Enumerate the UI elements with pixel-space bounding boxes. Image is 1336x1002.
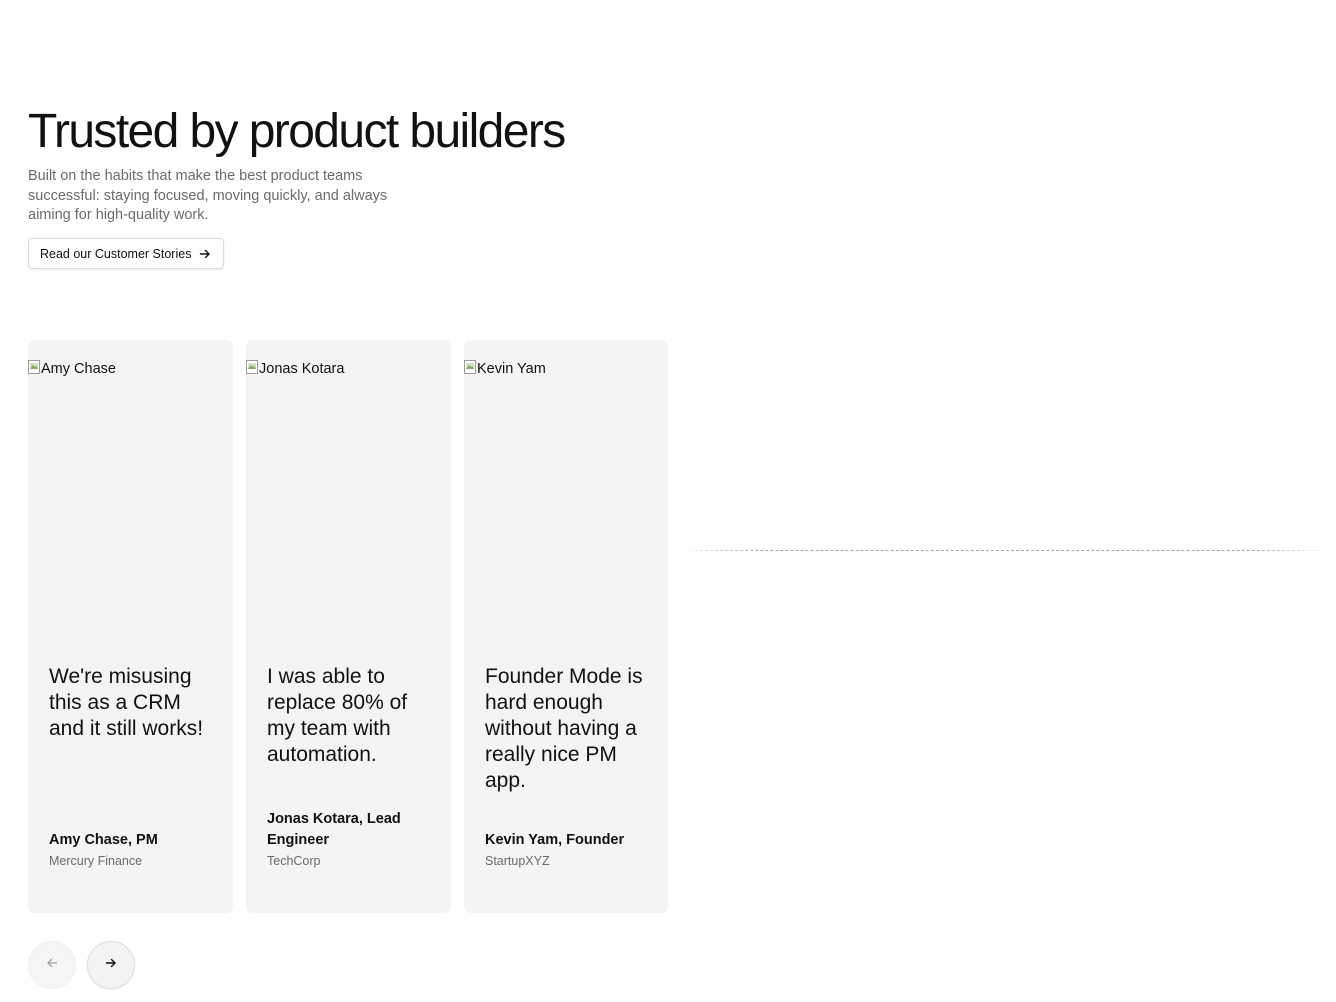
- customer-stories-label: Read our Customer Stories: [40, 246, 192, 261]
- author-name: Jonas Kotara, Lead Engineer: [267, 811, 401, 848]
- testimonial-avatar: Jonas Kotara: [246, 360, 344, 378]
- testimonial-quote: Founder Mode is hard enough without havi…: [485, 665, 643, 792]
- customer-stories-button[interactable]: Read our Customer Stories: [28, 238, 225, 269]
- carousel-next-button[interactable]: [87, 941, 135, 989]
- testimonial-avatar: Amy Chase: [28, 360, 116, 378]
- broken-image-icon: [28, 360, 40, 374]
- author-name: Amy Chase, PM: [49, 832, 158, 848]
- page-subtitle: Built on the habits that make the best p…: [28, 168, 388, 223]
- broken-image-icon: [464, 360, 476, 374]
- divider-fade: [680, 548, 1330, 553]
- avatar-alt-text: Amy Chase: [41, 361, 116, 377]
- arrow-left-icon: [46, 956, 58, 974]
- testimonial-card: Amy Chase We're misusing this as a CRM a…: [28, 340, 233, 913]
- carousel-prev-button[interactable]: [28, 941, 76, 989]
- author-company: TechCorp: [267, 854, 321, 868]
- testimonial-card: Jonas Kotara I was able to replace 80% o…: [246, 340, 451, 913]
- page-title: Trusted by product builders: [28, 105, 566, 158]
- author-name: Kevin Yam, Founder: [485, 832, 625, 848]
- author-company: Mercury Finance: [49, 854, 143, 868]
- testimonial-avatar: Kevin Yam: [464, 360, 546, 378]
- avatar-alt-text: Kevin Yam: [477, 361, 546, 377]
- arrow-right-icon: [199, 248, 211, 260]
- testimonial-author: Amy Chase, PM Mercury Finance: [49, 830, 221, 871]
- author-company: StartupXYZ: [485, 854, 550, 868]
- broken-image-icon: [246, 360, 258, 374]
- avatar-alt-text: Jonas Kotara: [259, 361, 345, 377]
- arrow-right-icon: [105, 956, 117, 974]
- testimonial-author: Jonas Kotara, Lead Engineer TechCorp: [267, 809, 439, 871]
- testimonial-card: Kevin Yam Founder Mode is hard enough wi…: [464, 340, 668, 913]
- testimonial-quote: We're misusing this as a CRM and it stil…: [49, 665, 204, 740]
- testimonial-quote: I was able to replace 80% of my team wit…: [267, 665, 408, 766]
- testimonial-author: Kevin Yam, Founder StartupXYZ: [485, 830, 657, 871]
